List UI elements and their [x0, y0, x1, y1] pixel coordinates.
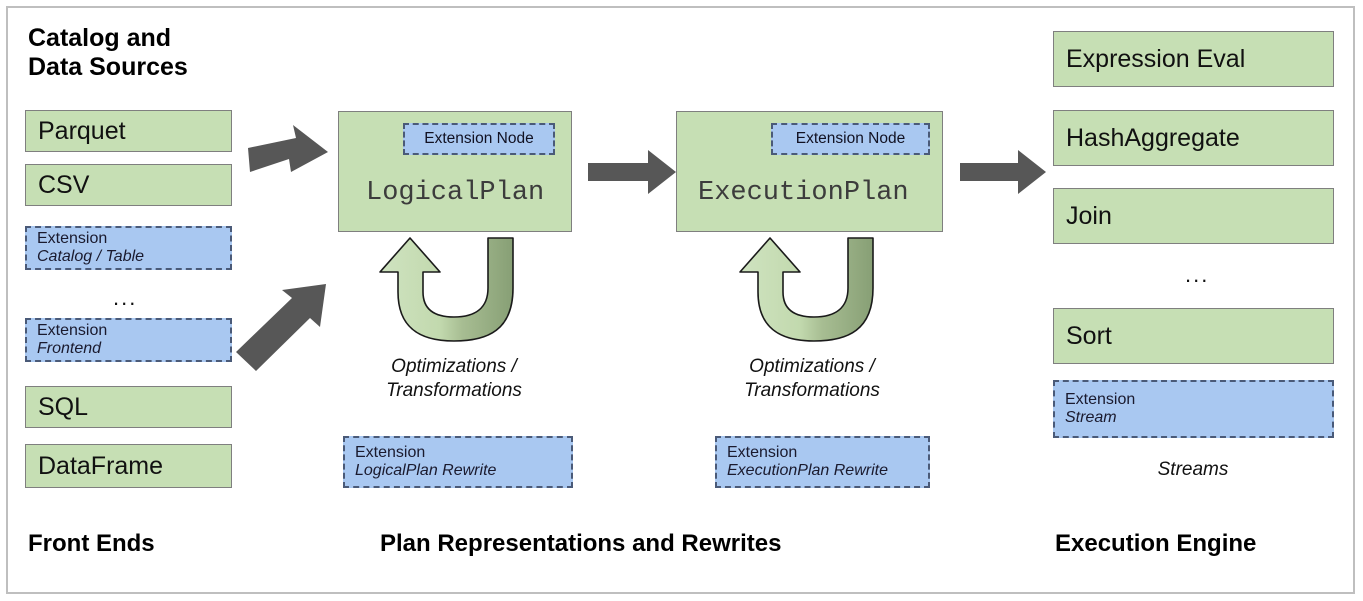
source-box-dataframe: DataFrame	[25, 444, 232, 488]
extension-box-catalog-table: Extension Catalog / Table	[25, 226, 232, 270]
engine-box-join: Join	[1053, 188, 1334, 244]
execution-plan-loop-caption: Optimizations / Transformations	[744, 356, 880, 401]
extension-subtitle: LogicalPlan Rewrite	[355, 462, 497, 479]
extension-title: Extension	[355, 444, 426, 462]
extension-subtitle: Catalog / Table	[37, 248, 145, 265]
left-column-title: Catalog and Data Sources	[28, 24, 188, 81]
extension-box-executionplan-rewrite: Extension ExecutionPlan Rewrite	[715, 436, 930, 488]
source-label: DataFrame	[38, 451, 164, 480]
extension-box-stream: Extension Stream	[1053, 380, 1334, 438]
engine-box-expression-eval: Expression Eval	[1053, 31, 1334, 87]
engine-label: HashAggregate	[1066, 123, 1240, 152]
execution-plan-extension-node: Extension Node	[771, 123, 930, 155]
extension-title: Extension	[37, 322, 108, 340]
left-column-ellipsis: ...	[113, 285, 138, 310]
engine-box-sort: Sort	[1053, 308, 1334, 364]
extension-subtitle: Stream	[1065, 409, 1117, 426]
logical-plan-label: LogicalPlan	[366, 178, 545, 208]
extension-title: Extension	[37, 230, 108, 248]
execution-plan-box: Extension Node ExecutionPlan	[676, 111, 943, 232]
middle-column-footer: Plan Representations and Rewrites	[380, 530, 782, 557]
streams-caption: Streams	[1157, 459, 1229, 480]
source-box-csv: CSV	[25, 164, 232, 206]
source-label: Parquet	[38, 116, 126, 145]
right-column-footer: Execution Engine	[1055, 530, 1257, 557]
extension-node-label: Extension Node	[424, 130, 534, 147]
engine-box-hashaggregate: HashAggregate	[1053, 110, 1334, 166]
engine-label: Sort	[1066, 321, 1112, 350]
extension-title: Extension	[1065, 391, 1136, 409]
source-box-parquet: Parquet	[25, 110, 232, 152]
source-label: SQL	[38, 392, 89, 421]
left-column-footer: Front Ends	[28, 530, 155, 557]
diagram-frame	[6, 6, 1355, 594]
extension-box-logicalplan-rewrite: Extension LogicalPlan Rewrite	[343, 436, 573, 488]
source-box-sql: SQL	[25, 386, 232, 428]
extension-subtitle: Frontend	[37, 340, 102, 357]
source-label: CSV	[38, 170, 90, 199]
engine-label: Expression Eval	[1066, 44, 1246, 73]
extension-subtitle: ExecutionPlan Rewrite	[727, 462, 888, 479]
extension-node-label: Extension Node	[795, 130, 906, 147]
execution-plan-label: ExecutionPlan	[698, 178, 909, 208]
logical-plan-box: Extension Node LogicalPlan	[338, 111, 572, 232]
extension-title: Extension	[727, 444, 798, 462]
right-column-ellipsis: ...	[1185, 262, 1210, 287]
diagram-canvas: Catalog and Data Sources Parquet CSV Ext…	[0, 0, 1363, 601]
engine-label: Join	[1066, 201, 1112, 230]
logical-plan-extension-node: Extension Node	[403, 123, 555, 155]
extension-box-frontend: Extension Frontend	[25, 318, 232, 362]
logical-plan-loop-caption: Optimizations / Transformations	[386, 356, 522, 401]
